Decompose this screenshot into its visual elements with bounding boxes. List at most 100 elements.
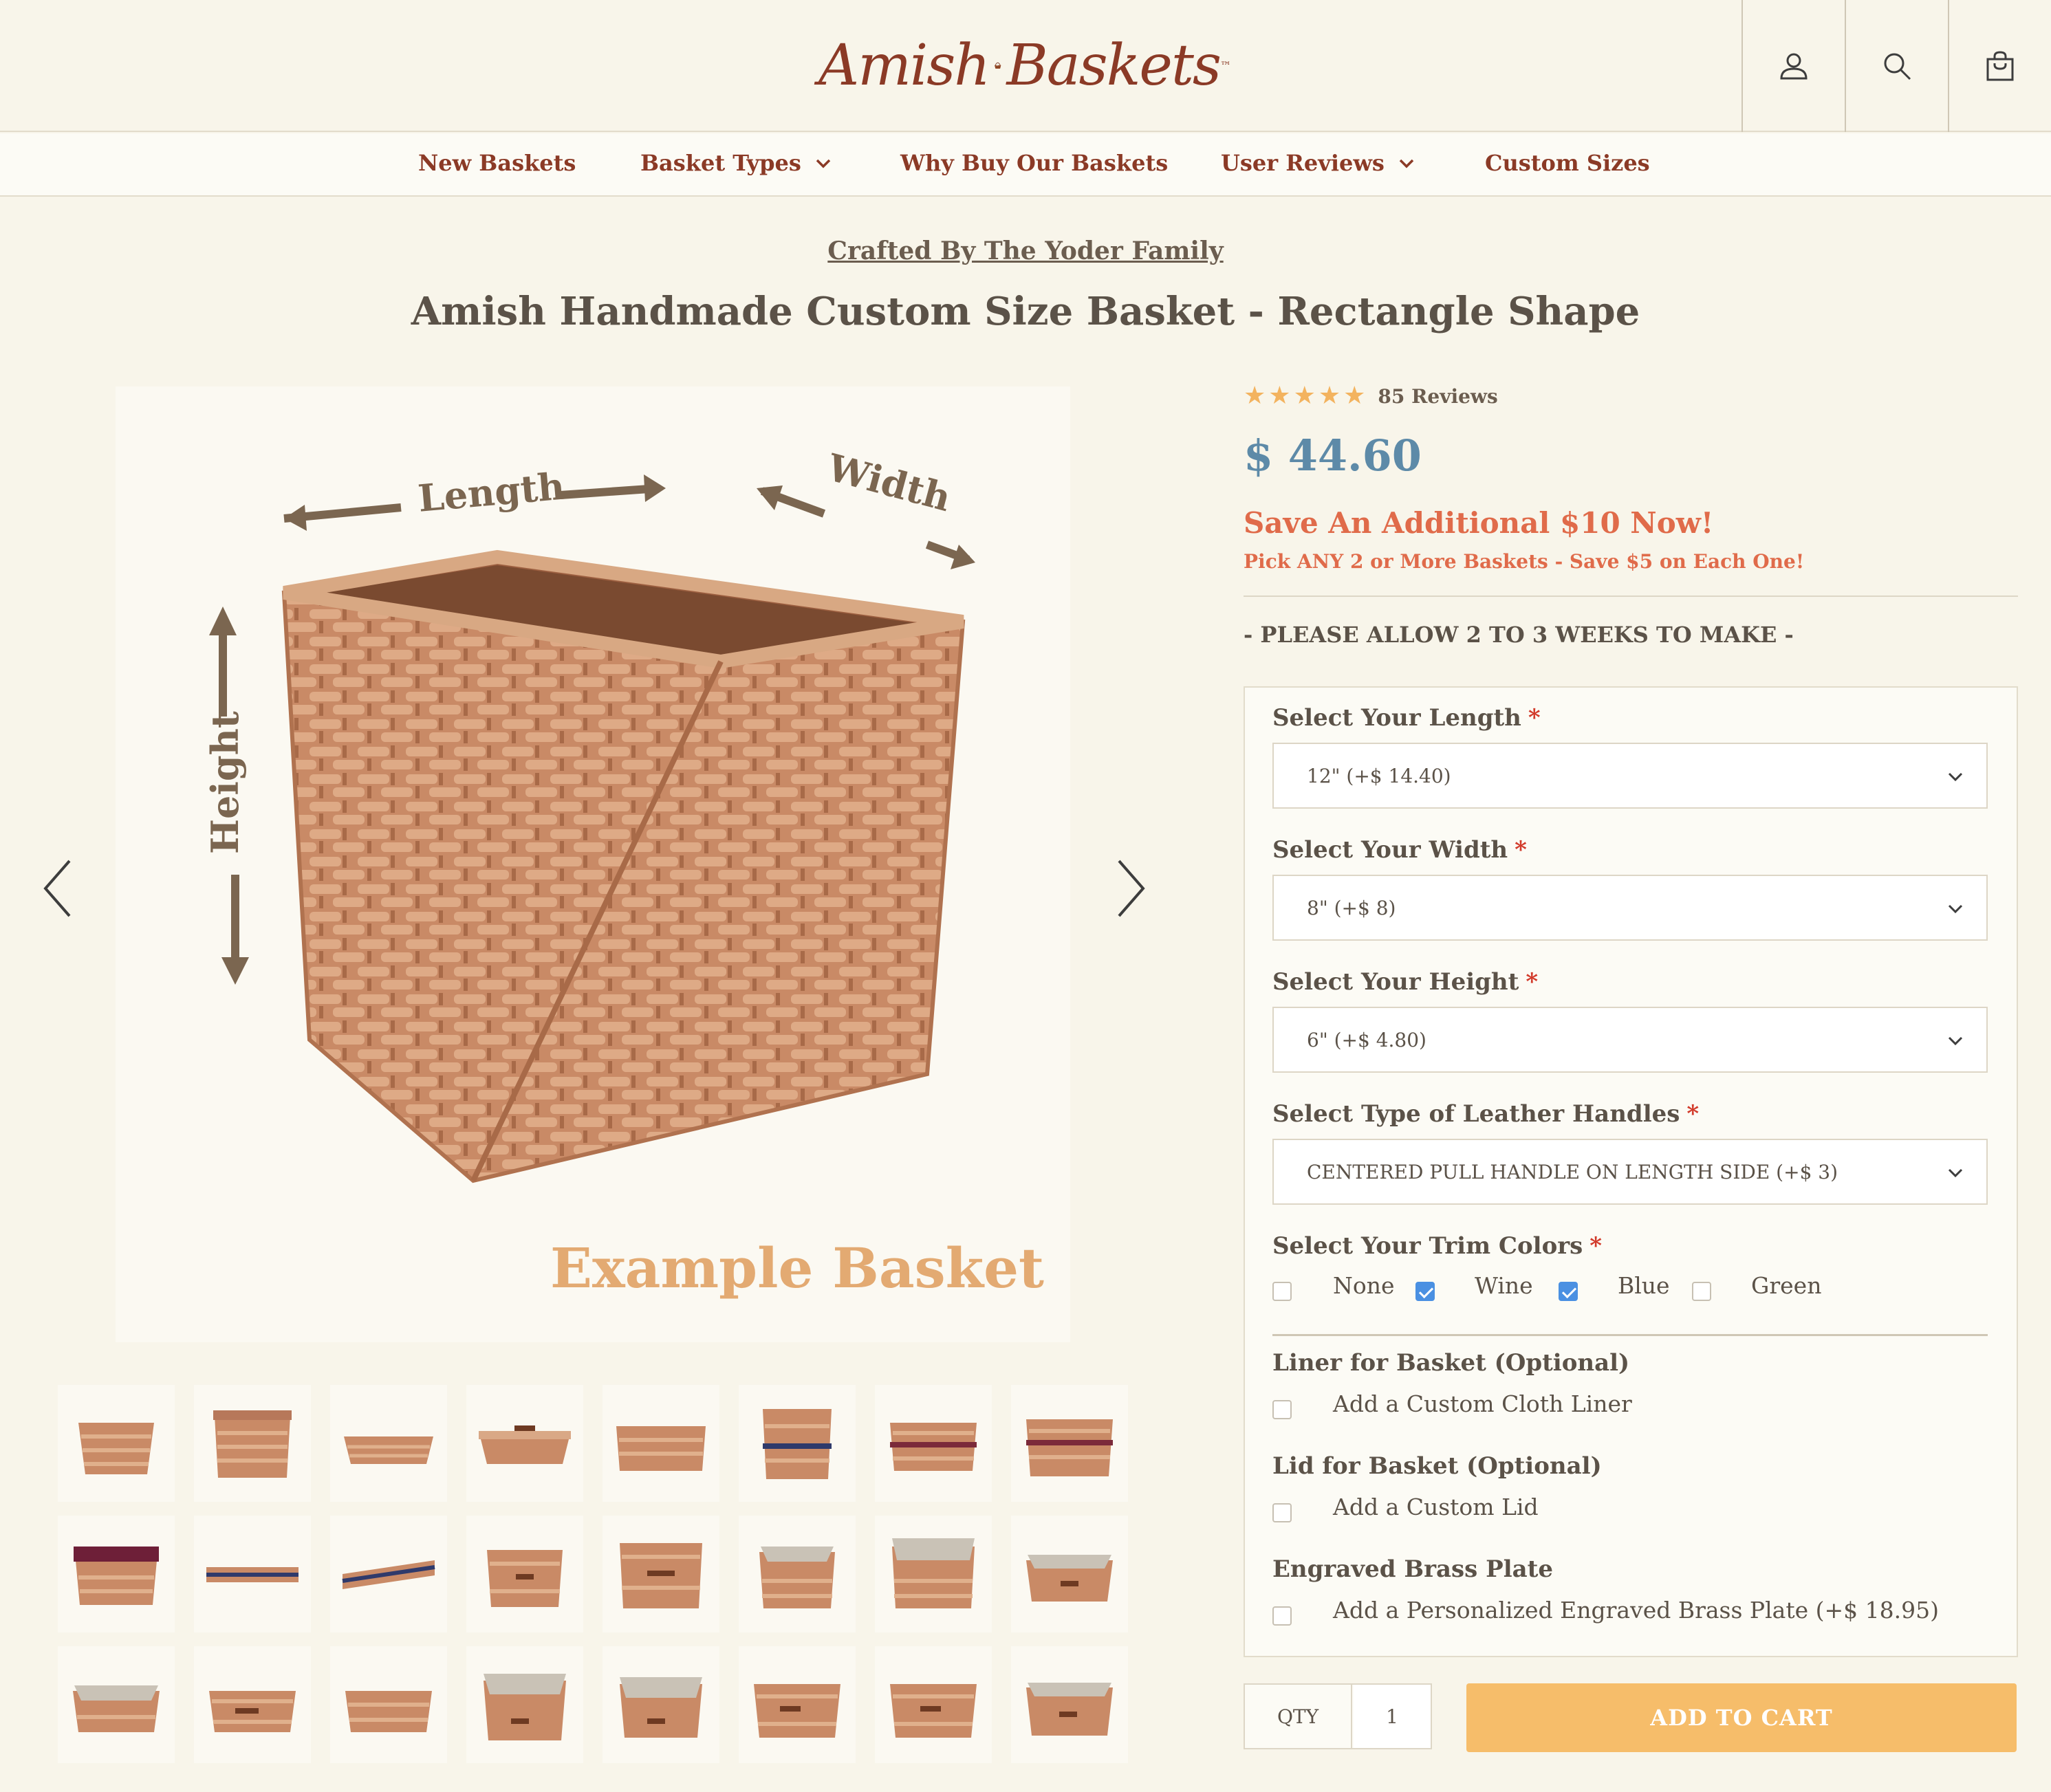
trim-green-label[interactable]: Green: [1751, 1272, 1821, 1299]
width-select[interactable]: 8" (+$ 8): [1272, 875, 1988, 941]
thumbnail[interactable]: [603, 1385, 719, 1502]
length-label: Length: [416, 463, 566, 520]
trim-label-text: Select Your Trim Colors: [1272, 1232, 1583, 1260]
thumbnail[interactable]: [330, 1516, 447, 1632]
thumbnail[interactable]: [603, 1516, 719, 1632]
thumbnail[interactable]: [58, 1516, 175, 1632]
nav-item-label: Basket Types: [640, 150, 801, 176]
main-product-image[interactable]: Length Width Height Example Basket: [116, 386, 1070, 1342]
trim-blue-label[interactable]: Blue: [1618, 1272, 1670, 1299]
thumbnail[interactable]: [875, 1646, 992, 1763]
lid-option-label[interactable]: Add a Custom Lid: [1333, 1494, 1539, 1520]
divider: [1244, 595, 2018, 597]
length-select[interactable]: 12" (+$ 14.40): [1272, 743, 1988, 809]
account-button[interactable]: [1741, 0, 1845, 132]
thumbnail-basket-image: [78, 1423, 154, 1474]
nav-item-why-buy[interactable]: Why Buy Our Baskets: [900, 150, 1168, 176]
chevron-down-icon: [1948, 904, 1963, 914]
divider: [1272, 1334, 1988, 1336]
thumbnail[interactable]: [739, 1646, 856, 1763]
handles-label-text: Select Type of Leather Handles: [1272, 1100, 1680, 1128]
nav-item-label: Why Buy Our Baskets: [900, 150, 1169, 176]
star-icon: ★: [1343, 382, 1366, 410]
thumbnail[interactable]: [1011, 1646, 1128, 1763]
gallery-next-button[interactable]: [1102, 847, 1157, 930]
liner-checkbox[interactable]: [1272, 1400, 1292, 1419]
thumbnail-basket-image: [74, 1547, 159, 1605]
thumbnail-basket-image: [754, 1684, 840, 1738]
thumbnail[interactable]: [194, 1646, 311, 1763]
thumbnail-basket-image: [479, 1425, 571, 1464]
handles-select[interactable]: CENTERED PULL HANDLE ON LENGTH SIDE (+$ …: [1272, 1139, 1988, 1205]
trim-blue-checkbox[interactable]: [1559, 1282, 1578, 1301]
add-to-cart-button[interactable]: ADD TO CART: [1466, 1683, 2017, 1752]
thumbnail-basket-image: [892, 1538, 975, 1608]
height-label: Select Your Height *: [1272, 968, 1538, 996]
crafted-by-link-wrap: Crafted By The Yoder Family: [0, 237, 2051, 265]
length-label-text: Select Your Length: [1272, 704, 1521, 732]
thumbnail[interactable]: [330, 1385, 447, 1502]
thumbnail[interactable]: [466, 1516, 583, 1632]
reviews-count-link[interactable]: 85 Reviews: [1378, 385, 1497, 408]
plate-option-label[interactable]: Add a Personalized Engraved Brass Plate …: [1333, 1597, 1939, 1624]
height-select[interactable]: 6" (+$ 4.80): [1272, 1007, 1988, 1073]
main-nav: New Baskets Basket Types Why Buy Our Bas…: [0, 133, 2051, 197]
lid-checkbox[interactable]: [1272, 1503, 1292, 1522]
quantity-field: QTY 1: [1244, 1683, 1432, 1749]
logo-text-left: Amish: [818, 32, 990, 98]
nav-item-custom-sizes[interactable]: Custom Sizes: [1485, 150, 1650, 176]
nav-item-label: Custom Sizes: [1485, 150, 1650, 176]
required-marker: *: [1526, 968, 1539, 996]
chevron-right-icon: [1118, 860, 1145, 917]
trim-green-checkbox[interactable]: [1692, 1282, 1711, 1301]
thumbnail-basket-image: [73, 1685, 160, 1732]
star-icon: ★: [1244, 382, 1266, 410]
cart-button[interactable]: [1948, 0, 2051, 132]
search-button[interactable]: [1845, 0, 1948, 132]
thumbnail[interactable]: [1011, 1516, 1128, 1632]
nav-item-user-reviews[interactable]: User Reviews: [1221, 150, 1416, 176]
gallery-prev-button[interactable]: [32, 847, 87, 930]
thumbnail[interactable]: [1011, 1385, 1128, 1502]
plate-checkbox[interactable]: [1272, 1606, 1292, 1626]
qty-label: QTY: [1245, 1685, 1352, 1748]
thumbnail[interactable]: [875, 1516, 992, 1632]
trim-none-checkbox[interactable]: [1272, 1282, 1292, 1301]
thumbnail[interactable]: [194, 1385, 311, 1502]
crafted-by-link[interactable]: Crafted By The Yoder Family: [827, 237, 1223, 265]
nav-item-basket-types[interactable]: Basket Types: [640, 150, 833, 176]
example-basket-label: Example Basket: [550, 1236, 1044, 1300]
thumbnail[interactable]: [875, 1385, 992, 1502]
star-icon: ★: [1268, 382, 1291, 410]
trim-none-label[interactable]: None: [1333, 1272, 1395, 1299]
width-select-value: 8" (+$ 8): [1307, 897, 1396, 919]
star-icon: ★: [1318, 382, 1341, 410]
thumbnail[interactable]: [58, 1385, 175, 1502]
search-icon: [1884, 53, 1911, 80]
thumbnail[interactable]: [466, 1385, 583, 1502]
thumbnail[interactable]: [739, 1385, 856, 1502]
chevron-down-icon: [1948, 772, 1963, 782]
promo-headline: Save An Additional $10 Now!: [1244, 506, 1714, 540]
thumbnail-basket-image: [344, 1436, 433, 1464]
nav-item-new-baskets[interactable]: New Baskets: [418, 150, 576, 176]
trim-wine-label[interactable]: Wine: [1475, 1272, 1533, 1299]
width-label: Width: [823, 445, 955, 520]
qty-input[interactable]: 1: [1354, 1685, 1431, 1748]
width-label: Select Your Width *: [1272, 836, 1527, 864]
rating-stars[interactable]: ★ ★ ★ ★ ★ 85 Reviews: [1244, 384, 1498, 408]
plate-label: Engraved Brass Plate: [1272, 1555, 1553, 1583]
liner-option-label[interactable]: Add a Custom Cloth Liner: [1333, 1390, 1632, 1417]
thumbnail[interactable]: [739, 1516, 856, 1632]
thumbnail[interactable]: [466, 1646, 583, 1763]
thumbnail[interactable]: [330, 1646, 447, 1763]
trim-wine-checkbox[interactable]: [1415, 1282, 1435, 1301]
thumbnail-basket-image: [1026, 1555, 1113, 1602]
thumbnail[interactable]: [194, 1516, 311, 1632]
handles-select-value: CENTERED PULL HANDLE ON LENGTH SIDE (+$ …: [1307, 1161, 1838, 1183]
thumbnail[interactable]: [58, 1646, 175, 1763]
thumbnail[interactable]: [603, 1646, 719, 1763]
site-logo[interactable]: Amish Baskets ™: [818, 14, 1231, 117]
thumbnail-basket-image: [890, 1684, 977, 1738]
promo-subtext: Pick ANY 2 or More Baskets - Save $5 on …: [1244, 550, 1805, 573]
